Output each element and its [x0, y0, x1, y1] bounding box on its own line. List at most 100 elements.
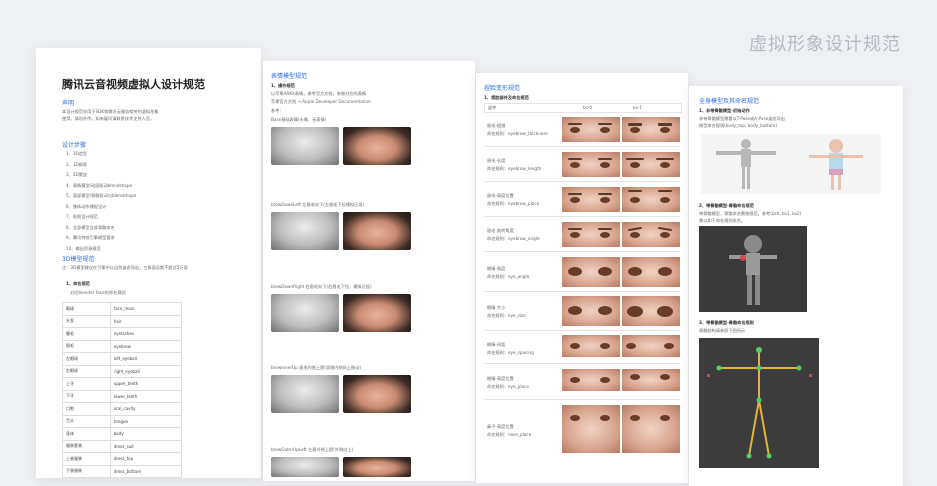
operation-text: 以苹果ARKit表情，参考官方文档，来做对应的表情	[271, 91, 367, 96]
avatar-face-image	[343, 212, 411, 250]
doc-page-full-body: 全身模型及其命名规范 1、非带骨骼模型-初始动作 非带骨骼模型需要以T-Pose…	[689, 86, 903, 486]
morph-image-bs1	[622, 296, 680, 326]
table-row: 上装服装 dress_top	[62, 452, 183, 466]
statement-text-2: 使用，请勿外传。如有疑问请联系技术支持人员。	[62, 116, 155, 121]
table-row: 上牙 upper_teeth	[62, 377, 183, 391]
page-header-title: 虚拟形象设计规范	[749, 34, 901, 55]
morph-image-bs0	[562, 222, 620, 247]
morph-image-bs1	[622, 369, 680, 391]
tpose-text-2: 模型命名规则(body_top, body_bottom)	[699, 123, 777, 128]
morph-row-rule: 命名规则：eyebrow_place	[487, 201, 540, 206]
naming-subtitle-2: 对应blender face的命名规则	[70, 290, 126, 295]
table-row: 头发 hair	[62, 314, 183, 328]
table-cell: 下装服装	[62, 464, 111, 478]
tpose-text: 非带骨骼模型需要以T-Pose或A-Pose姿态导出	[699, 116, 785, 121]
reference-label: 参考：	[271, 108, 284, 113]
morph-subtitle: 1、捏脸部件及命名规范	[484, 95, 529, 100]
table-cell: tongue	[109, 414, 183, 428]
doc-page-face-morph: 捏脸变形规范 1、捏脸部件及命名规范 部件 bs-0 bs-1 眉毛-粗细 命名…	[476, 73, 688, 483]
doc-page-guidelines: 腾讯云音视频虚拟人设计规范 声明 本设计规范仅用于SDK和腾讯云服务相关的虚拟形…	[36, 48, 261, 478]
row-divider	[484, 291, 680, 292]
section-title-statement: 声明	[62, 100, 75, 107]
section-title-3d-model: 3D模型规范	[62, 256, 95, 263]
morph-image-bs1	[622, 152, 680, 177]
morph-row-label: 眉毛-高度位置	[487, 193, 514, 198]
morph-row-label: 眉毛-旋转角度	[487, 228, 514, 233]
morph-image-bs1	[622, 187, 680, 212]
steps-list: 1、3D造型 2、3D绑骨 3、3D蒙皮 4、表情模型/动画驱动blendsha…	[66, 150, 136, 255]
morph-row-label: 眼睛-角度	[487, 266, 506, 271]
step-item[interactable]: 7、贴图设计规范	[66, 213, 136, 224]
skeleton-diagram-image	[699, 338, 819, 468]
morph-image-bs0	[562, 335, 620, 357]
table-cell: 右眼球	[62, 364, 111, 378]
table-cell: dress_suit	[109, 439, 183, 453]
section-title-full-body: 全身模型及其命名规范	[699, 98, 760, 105]
morph-row-label: 眉毛-粗细	[487, 123, 506, 128]
morph-image-bs0	[562, 296, 620, 326]
table-cell: hair	[109, 314, 183, 328]
gray-head-image	[271, 294, 339, 332]
table-cell: 睫毛	[62, 327, 111, 341]
apple-doc-link[interactable]: 苹果官方文档 → Apple Developer Documentation	[271, 98, 371, 105]
table-cell: eyelashes	[109, 327, 183, 341]
caption-brow-down-left: browDownLeft 左眉毛向下(左眉毛下拉模拟压低)	[271, 202, 365, 207]
table-cell: 上牙	[62, 377, 111, 391]
table-row: 舌头 tongue	[62, 414, 183, 428]
tpose-subtitle: 1、非带骨骼模型-初始动作	[699, 108, 750, 113]
row-divider	[484, 363, 680, 364]
morph-row-rule: 命名规则：nose_place	[487, 432, 532, 437]
row-divider	[484, 181, 680, 182]
table-row: 右眼球 right_eyeball	[62, 364, 183, 378]
morph-image-bs1	[622, 257, 680, 287]
table-row: 口腔 oral_cavity	[62, 402, 183, 416]
morph-image-bs0	[562, 187, 620, 212]
step-item[interactable]: 3、3D蒙皮	[66, 171, 136, 182]
caption-base: Base基础表情(头像、无表情)	[271, 117, 327, 122]
table-cell: 头发	[62, 314, 111, 328]
table-row: 左眼球 left_eyeball	[62, 352, 183, 366]
statement-text-1: 本设计规范仅用于SDK和腾讯云服务相关的虚拟形象	[62, 109, 159, 114]
table-row: 下装服装 dress_bottom	[62, 464, 183, 478]
table-row: 下牙 lower_teeth	[62, 389, 183, 403]
step-item[interactable]: 9、腾讯特效引擎模型要求	[66, 234, 136, 245]
column-header: bs-1	[633, 105, 643, 110]
section-title-steps: 设计步骤	[62, 142, 87, 149]
morph-row-rule: 命名规则：eyebrow_angle	[487, 236, 540, 241]
caption-brow-down-right: browDownRight 右眉毛向下(右眉毛下拉，模拟压低)	[271, 284, 372, 289]
step-item[interactable]: 8、全身模型及其骨骼命名	[66, 224, 136, 235]
avatar-face-image	[343, 294, 411, 332]
morph-table-header: 部件 bs-0 bs-1	[484, 103, 682, 113]
step-item[interactable]: 4、表情模型/动画驱动blendshape	[66, 182, 136, 193]
doc-title: 腾讯云音视频虚拟人设计规范	[62, 78, 205, 91]
naming-table: 眼球 face_main 头发 hair 睫毛 eyelashes 眉毛 eyebrow…	[62, 302, 183, 478]
section-title-expression: 表情模型规范	[271, 73, 308, 80]
step-item[interactable]: 5、面部模型/骨骼驱动与blendshape	[66, 192, 136, 203]
morph-row-label: 眼睛-高度位置	[487, 376, 514, 381]
table-cell: face_main	[109, 302, 183, 316]
table-cell: body	[109, 427, 183, 441]
table-cell: dress_bottom	[109, 464, 183, 478]
bone-rule-subtitle: 3、带骨骼模型-骨骼命名规则	[699, 320, 754, 325]
table-cell: 眼球	[62, 302, 111, 316]
gray-head-image	[271, 127, 339, 165]
naming-subtitle: 1、命名规范	[66, 281, 90, 286]
morph-image-bs1	[622, 335, 680, 357]
gray-head-image	[271, 457, 339, 477]
step-item[interactable]: 1、3D造型	[66, 150, 136, 161]
morph-row-rule: 命名规则：eyebrow_thickness	[487, 131, 548, 136]
table-row: 眼球 face_main	[62, 302, 183, 316]
table-row: 身体 body	[62, 427, 183, 441]
bone-text-2: 需以如下命名规则命名。	[699, 218, 746, 223]
step-item[interactable]: 6、肢体动作捕捉设计	[66, 203, 136, 214]
table-cell: 下牙	[62, 389, 111, 403]
morph-row-label: 眼睛-间距	[487, 342, 506, 347]
avatar-face-image	[343, 375, 411, 413]
table-cell: dress_top	[109, 452, 183, 466]
step-item[interactable]: 2、3D绑骨	[66, 161, 136, 172]
row-divider	[484, 216, 680, 217]
row-divider	[484, 399, 680, 400]
table-cell: oral_cavity	[109, 402, 183, 416]
caption-brow-outer-up: browOuterUpLeft 左眉外侧上提(外侧向上)	[271, 447, 354, 452]
morph-image-bs1	[622, 117, 680, 142]
